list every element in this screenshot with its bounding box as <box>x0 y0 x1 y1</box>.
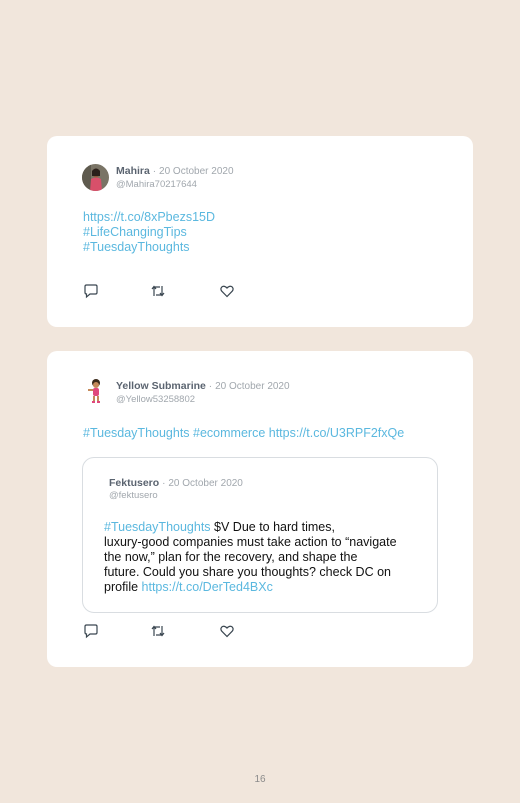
separator: · <box>208 381 213 392</box>
quoted-text-line: luxury-good companies must take action t… <box>104 535 397 549</box>
tweet-date[interactable]: 20 October 2020 <box>215 381 290 392</box>
tweet-date[interactable]: 20 October 2020 <box>159 166 234 177</box>
avatar[interactable] <box>83 377 110 404</box>
quoted-handle[interactable]: @fektusero <box>109 490 158 501</box>
quoted-date[interactable]: 20 October 2020 <box>168 478 243 489</box>
retweet-icon[interactable] <box>150 283 166 299</box>
hashtag[interactable]: #TuesdayThoughts <box>83 240 215 255</box>
author-name[interactable]: Yellow Submarine <box>116 380 206 392</box>
avatar[interactable] <box>82 164 109 191</box>
tweet-card: Yellow Submarine · 20 October 2020 @Yell… <box>47 351 473 667</box>
retweet-icon[interactable] <box>150 623 166 639</box>
quoted-author: Fektusero · 20 October 2020 <box>109 477 243 489</box>
like-icon[interactable] <box>219 623 235 639</box>
reply-icon[interactable] <box>83 283 99 299</box>
author-handle[interactable]: @Mahira70217644 <box>116 179 197 190</box>
tweet-actions <box>83 283 243 299</box>
quoted-text-line: future. Could you share you thoughts? ch… <box>104 565 391 579</box>
separator: · <box>152 166 157 177</box>
quoted-author-name[interactable]: Fektusero <box>109 477 159 489</box>
quoted-tweet[interactable]: Fektusero · 20 October 2020 @fektusero #… <box>82 457 438 613</box>
hashtag[interactable]: #LifeChangingTips <box>83 225 215 240</box>
tweet-actions <box>83 623 243 639</box>
page-number: 16 <box>254 774 266 785</box>
page: { "tweets": [ { "author": "Mahira", "sep… <box>0 0 520 803</box>
hashtag[interactable]: #TuesdayThoughts <box>104 520 211 534</box>
quoted-text-line: the now,” plan for the recovery, and sha… <box>104 550 358 564</box>
tweet-body: https://t.co/8xPbezs15D #LifeChangingTip… <box>83 210 215 255</box>
reply-icon[interactable] <box>83 623 99 639</box>
quoted-text: #TuesdayThoughts $V Due to hard times, l… <box>104 520 397 595</box>
tweet-card: Mahira · 20 October 2020 @Mahira70217644… <box>47 136 473 327</box>
like-icon[interactable] <box>219 283 235 299</box>
tweet-link[interactable]: https://t.co/8xPbezs15D <box>83 210 215 225</box>
tweet-body[interactable]: #TuesdayThoughts #ecommerce https://t.co… <box>83 426 404 441</box>
tweet-author: Yellow Submarine · 20 October 2020 <box>116 380 290 392</box>
author-name[interactable]: Mahira <box>116 165 150 177</box>
tweet-link[interactable]: https://t.co/DerTed4BXc <box>142 580 273 594</box>
tweet-author: Mahira · 20 October 2020 <box>116 165 234 177</box>
separator: · <box>162 478 166 489</box>
author-handle[interactable]: @Yellow53258802 <box>116 394 195 405</box>
quoted-text-line: profile <box>104 580 142 594</box>
quoted-text-line: $V Due to hard times, <box>210 520 335 534</box>
